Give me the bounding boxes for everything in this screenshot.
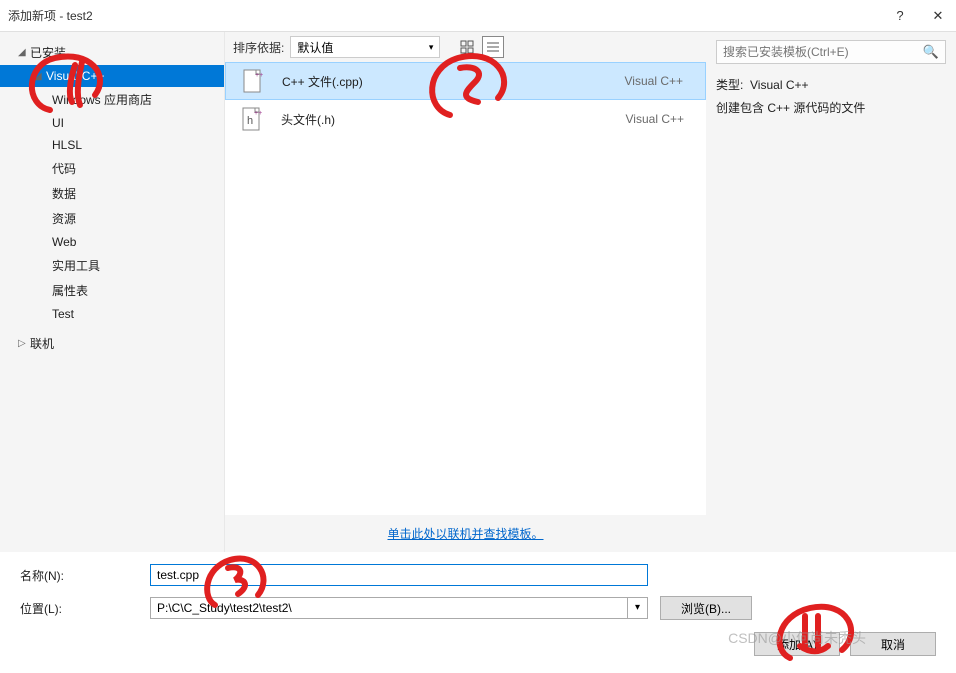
tree-test[interactable]: Test [0,303,224,325]
close-button[interactable]: ✕ [928,8,948,24]
window-title: 添加新项 - test2 [8,7,890,24]
cancel-button[interactable]: 取消 [850,632,936,656]
h-file-icon: h++ [239,106,265,132]
add-button[interactable]: 添加(A) [754,632,840,656]
svg-text:++: ++ [255,72,263,79]
tree-data[interactable]: 数据 [0,181,224,206]
name-input[interactable] [150,564,648,586]
sort-dropdown[interactable]: 默认值 ▾ [290,36,440,58]
name-label: 名称(N): [20,567,150,584]
tree-hlsl[interactable]: HLSL [0,134,224,156]
tree-ui[interactable]: UI [0,112,224,134]
search-box[interactable]: 🔍 [716,40,946,64]
template-name: 头文件(.h) [281,111,626,128]
svg-text:h: h [247,115,253,127]
category-tree: ◢ 已安装 ◢ Visual C++ Windows 应用商店 UI HLSL … [0,32,225,552]
chevron-down-icon: ◢ [18,47,30,58]
cpp-file-icon: ++ [240,68,266,94]
template-header-file[interactable]: h++ 头文件(.h) Visual C++ [225,100,706,138]
svg-text:++: ++ [254,110,262,117]
tree-windows-store[interactable]: Windows 应用商店 [0,87,224,112]
template-name: C++ 文件(.cpp) [282,73,625,90]
template-lang: Visual C++ [625,74,691,88]
tree-visual-cpp[interactable]: ◢ Visual C++ [0,65,224,87]
browse-button[interactable]: 浏览(B)... [660,596,752,620]
tree-propsheet[interactable]: 属性表 [0,278,224,303]
online-templates-link: 单击此处以联机并查找模板。 [225,515,706,552]
search-icon[interactable]: 🔍 [923,44,939,60]
view-medium-icon[interactable] [456,36,478,58]
tree-code[interactable]: 代码 [0,156,224,181]
search-input[interactable] [723,45,923,59]
template-lang: Visual C++ [626,112,692,126]
chevron-down-icon: ▾ [429,42,434,53]
location-dropdown[interactable]: ▾ [628,597,648,619]
help-button[interactable]: ? [890,8,910,23]
template-panel: 排序依据: 默认值 ▾ ++ C++ 文件(.cpp) Visual C+ [225,32,706,552]
tree-web[interactable]: Web [0,231,224,253]
tree-online[interactable]: ▷ 联机 [0,331,224,356]
detail-type: 类型: Visual C++ [716,76,946,93]
bottom-form: 名称(N): 位置(L): ▾ 浏览(B)... [0,552,956,620]
details-panel: 🔍 类型: Visual C++ 创建包含 C++ 源代码的文件 [706,32,956,552]
chevron-down-icon: ◢ [34,71,46,82]
location-input[interactable] [150,597,628,619]
titlebar: 添加新项 - test2 ? ✕ [0,0,956,32]
template-list: ++ C++ 文件(.cpp) Visual C++ h++ 头文件(.h) V… [225,62,706,515]
view-small-icon[interactable] [482,36,504,58]
sort-label: 排序依据: [233,39,284,56]
tree-installed[interactable]: ◢ 已安装 [0,40,224,65]
online-link[interactable]: 单击此处以联机并查找模板。 [387,527,543,541]
tree-resource[interactable]: 资源 [0,206,224,231]
location-label: 位置(L): [20,600,150,617]
tree-utility[interactable]: 实用工具 [0,253,224,278]
template-cpp-file[interactable]: ++ C++ 文件(.cpp) Visual C++ [225,62,706,100]
detail-description: 创建包含 C++ 源代码的文件 [716,99,946,116]
chevron-right-icon: ▷ [18,338,30,349]
